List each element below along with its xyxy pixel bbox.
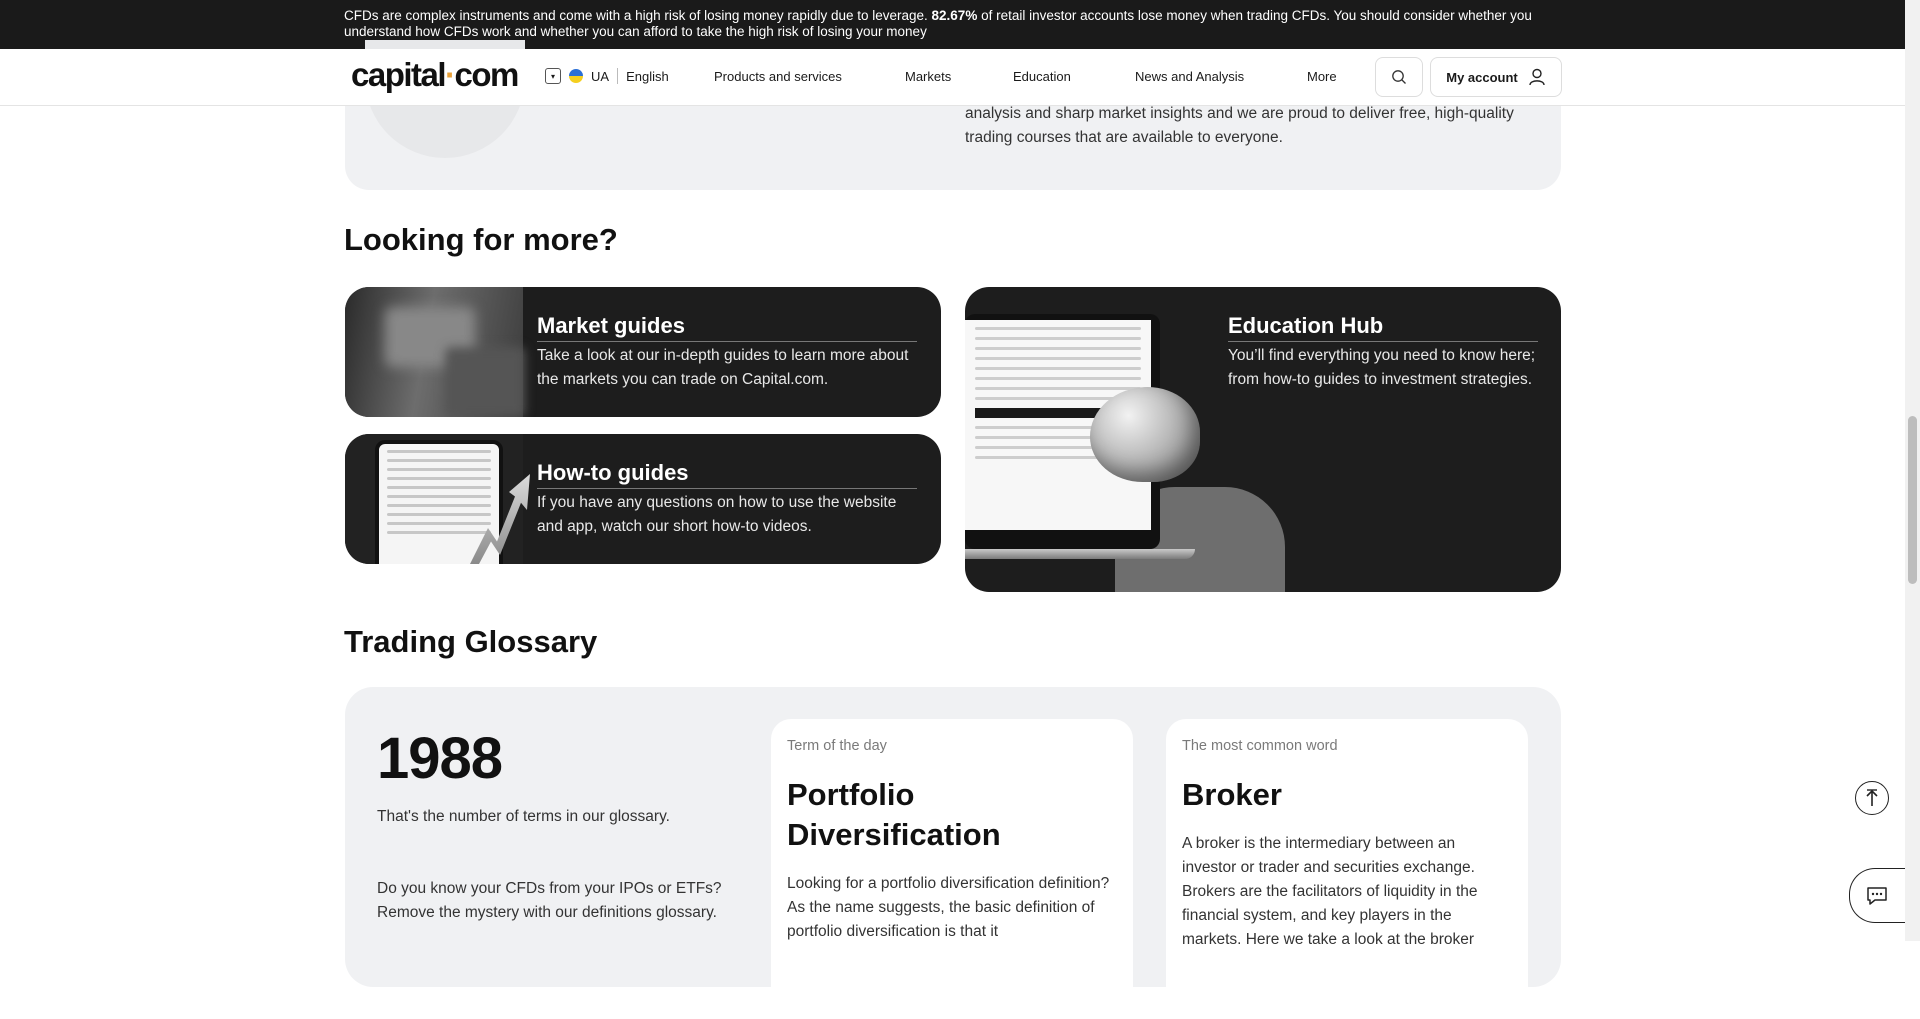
intro-text: analysis and sharp market insights and w…	[965, 105, 1514, 146]
how-to-guides-description: If you have any questions on how to use …	[537, 494, 897, 535]
nav-more[interactable]: More	[1307, 69, 1337, 84]
how-to-guides-card[interactable]: How-to guides If you have any questions …	[345, 434, 941, 564]
my-account-label: My account	[1446, 69, 1518, 85]
search-button[interactable]	[1375, 57, 1423, 97]
term-of-the-day-body: Looking for a portfolio diversification …	[787, 875, 1110, 940]
ukraine-flag-icon	[569, 69, 583, 83]
capital-com-logo[interactable]: capital·com	[351, 56, 519, 94]
user-icon	[1529, 68, 1545, 86]
region-code: UA	[591, 68, 610, 84]
nav-markets[interactable]: Markets	[905, 69, 951, 84]
how-to-guides-title: How-to guides	[537, 460, 917, 489]
market-guides-title: Market guides	[537, 313, 917, 342]
term-of-the-day-card[interactable]: Term of the day Portfolio Diversificatio…	[771, 719, 1133, 1019]
most-common-word-body: A broker is the intermediary between an …	[1182, 835, 1478, 948]
chevron-down-icon: ▾	[545, 68, 561, 84]
nav-products-and-services[interactable]: Products and services	[714, 69, 842, 84]
chat-icon	[1867, 886, 1887, 905]
brain-icon	[1090, 387, 1200, 482]
page-scrollbar[interactable]	[1905, 0, 1920, 941]
glossary-intro-text: Do you know your CFDs from your IPOs or …	[377, 880, 722, 921]
scrollbar-thumb[interactable]	[1908, 416, 1917, 584]
glossary-panel: 1988 That's the number of terms in our g…	[345, 687, 1561, 1019]
main-navbar: capital·com ▾ UA English Products and se…	[0, 49, 1905, 106]
risk-percentage: 82.67%	[931, 8, 978, 23]
language-label: English	[626, 68, 669, 84]
most-common-word-card[interactable]: The most common word Broker A broker is …	[1166, 719, 1528, 1019]
divider	[617, 68, 619, 84]
term-of-the-day-label: Term of the day	[787, 738, 887, 754]
education-hub-title: Education Hub	[1228, 313, 1538, 342]
market-guides-card[interactable]: Market guides Take a look at our in-dept…	[345, 287, 941, 417]
risk-warning-banner: CFDs are complex instruments and come wi…	[0, 0, 1905, 49]
my-account-button[interactable]: My account	[1430, 57, 1562, 97]
scroll-to-top-button[interactable]	[1855, 781, 1889, 815]
search-icon	[1392, 70, 1406, 84]
market-guides-image	[345, 287, 525, 417]
looking-for-more-heading: Looking for more?	[344, 222, 618, 257]
glossary-term-count: 1988	[377, 726, 503, 791]
most-common-word-title: Broker	[1182, 777, 1282, 812]
language-selector[interactable]: ▾ UA English	[545, 68, 669, 84]
risk-warning-text: CFDs are complex instruments and come wi…	[344, 8, 1532, 39]
most-common-word-label: The most common word	[1182, 738, 1338, 754]
trading-glossary-heading: Trading Glossary	[344, 624, 598, 659]
how-to-guides-image	[345, 434, 530, 564]
glossary-count-description: That's the number of terms in our glossa…	[377, 808, 670, 825]
term-of-the-day-title: Portfolio Diversification	[787, 777, 1001, 852]
nav-education[interactable]: Education	[1013, 69, 1071, 84]
education-hub-description: You’ll find everything you need to know …	[1228, 347, 1536, 388]
arrow-up-icon	[1866, 789, 1878, 806]
nav-news-and-analysis[interactable]: News and Analysis	[1135, 69, 1244, 84]
education-hub-card[interactable]: Education Hub You’ll find everything you…	[965, 287, 1561, 592]
market-guides-description: Take a look at our in-depth guides to le…	[537, 347, 909, 388]
